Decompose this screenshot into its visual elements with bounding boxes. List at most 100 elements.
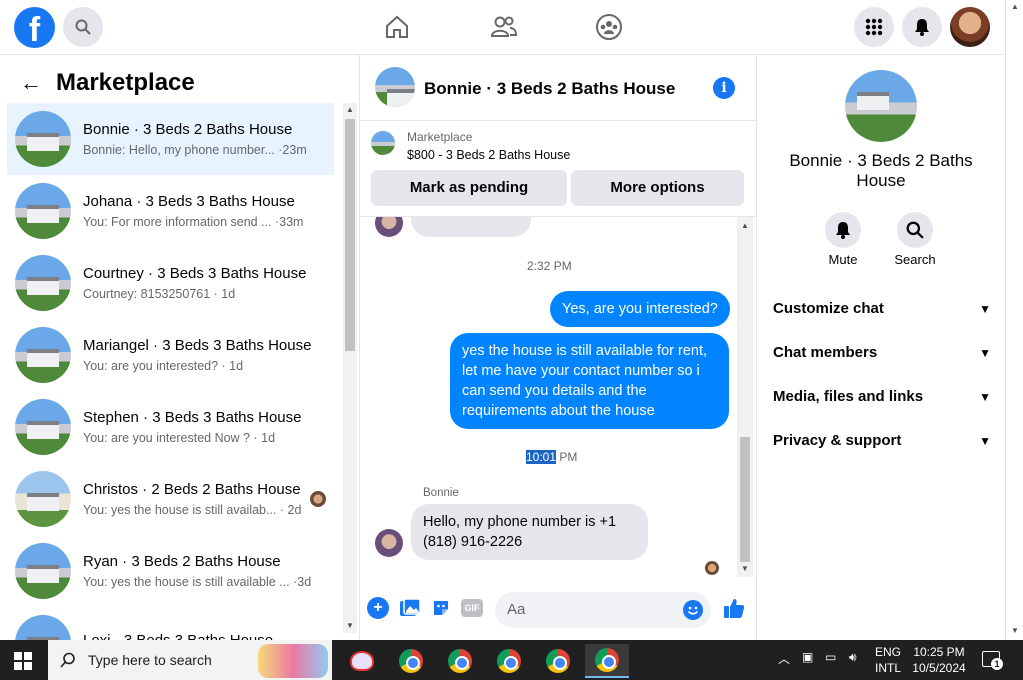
gif-icon[interactable]: GIF [461, 599, 483, 617]
show-hidden-icons-chevron-icon[interactable]: ︿ [778, 650, 790, 667]
chat-title[interactable]: Bonnie · 3 Beds 2 Baths House [424, 79, 675, 99]
language-indicator[interactable]: ENG INTL [868, 644, 908, 676]
conversation-preview: You: yes the house is still availab... ·… [83, 503, 302, 517]
home-icon[interactable] [383, 13, 411, 41]
mute-label: Mute [828, 252, 858, 267]
conversation-name: Bonnie · 3 Beds 2 Baths House [83, 121, 293, 138]
search-icon [906, 221, 924, 239]
conversation-preview: You: For more information send ... ·33m [83, 215, 304, 229]
search-conversation-button[interactable] [897, 212, 933, 248]
thumbs-up-icon[interactable] [723, 597, 745, 619]
scroll-down-arrow-icon[interactable]: ▼ [1008, 624, 1022, 638]
scrollbar-thumb[interactable] [345, 119, 355, 351]
listing-price[interactable]: $800 - 3 Beds 2 Baths House [407, 148, 570, 162]
more-options-button[interactable]: More options [571, 170, 744, 206]
scroll-up-arrow-icon[interactable]: ▲ [738, 219, 752, 233]
conversation-item[interactable]: Johana · 3 Beds 3 Baths House You: For m… [7, 175, 334, 247]
conversation-item[interactable]: Stephen · 3 Beds 3 Baths House You: are … [7, 391, 334, 463]
scroll-up-arrow-icon[interactable]: ▲ [1008, 0, 1022, 14]
search-button[interactable] [63, 7, 103, 47]
partial-message-bubble [411, 217, 531, 237]
paint-icon [350, 651, 374, 671]
volume-icon[interactable]: 🔊︎ [849, 650, 857, 665]
notifications-button[interactable] [902, 7, 942, 47]
conversation-name: Lexi · 3 Beds 3 Baths House [83, 632, 323, 640]
windows-start-icon[interactable] [14, 652, 32, 670]
conversation-item[interactable]: Lexi · 3 Beds 3 Baths House [7, 607, 334, 640]
conversation-item[interactable]: Christos · 2 Beds 2 Baths House You: yes… [7, 463, 334, 535]
keyboard-layout: INTL [874, 661, 901, 675]
menu-grid-button[interactable] [854, 7, 894, 47]
conversation-item[interactable]: Ryan · 3 Beds 2 Baths House You: yes the… [7, 535, 334, 607]
scrollbar-thumb[interactable] [740, 437, 750, 562]
taskbar-app-paint[interactable] [340, 644, 384, 678]
conversation-item[interactable]: Mariangel · 3 Beds 3 Baths House You: ar… [7, 319, 334, 391]
listing-avatar[interactable] [845, 70, 917, 142]
windows-taskbar: Type here to search ︿ ▣ ▭ 🔊︎ ENG INTL 10… [0, 640, 1023, 680]
display-icon[interactable]: ▭ [825, 650, 836, 664]
back-arrow-icon[interactable]: ← [20, 70, 50, 96]
smiley-face-icon [687, 606, 699, 615]
marketplace-conversation-list: ← Marketplace Bonnie · 3 Beds 2 Baths Ho… [0, 55, 360, 640]
taskbar-app-chrome[interactable] [536, 644, 580, 678]
privacy-support-row[interactable]: Privacy & support ▼ [773, 432, 991, 449]
customize-chat-row[interactable]: Customize chat ▼ [773, 300, 991, 317]
search-highlight-balloons-icon [258, 644, 328, 678]
sticker-icon[interactable] [431, 598, 451, 618]
sender-name: Bonnie [423, 487, 459, 499]
notification-center-icon[interactable]: 1 [982, 651, 1003, 670]
message-input[interactable]: Aa [495, 592, 711, 628]
sender-avatar [375, 217, 403, 237]
facebook-logo-icon[interactable]: f [14, 7, 55, 48]
language-code: ENG [874, 645, 901, 659]
photo-icon[interactable] [399, 598, 421, 618]
media-files-links-row[interactable]: Media, files and links ▼ [773, 388, 991, 405]
listing-thumbnail[interactable] [371, 131, 395, 155]
conversation-preview: Bonnie: Hello, my phone number... ·23m [83, 143, 307, 157]
taskbar-app-chrome-active[interactable] [585, 644, 629, 678]
conversation-item[interactable]: Bonnie · 3 Beds 2 Baths House Bonnie: He… [7, 103, 334, 175]
conversation-preview: You: are you interested? · 1d [83, 359, 244, 373]
chat-scrollbar[interactable]: ▲ ▼ [737, 217, 753, 577]
profile-avatar[interactable] [950, 7, 990, 47]
mute-button[interactable] [825, 212, 861, 248]
listing-thumbnail [15, 111, 71, 167]
conversation-item[interactable]: Courtney · 3 Beds 3 Baths House Courtney… [7, 247, 334, 319]
listing-thumbnail [15, 615, 71, 640]
chat-members-row[interactable]: Chat members ▼ [773, 344, 991, 361]
chat-header: Bonnie · 3 Beds 2 Baths House i [360, 55, 756, 121]
info-icon[interactable]: i [713, 77, 735, 99]
taskbar-app-chrome[interactable] [487, 644, 531, 678]
page-scrollbar[interactable]: ▲ ▼ [1005, 0, 1023, 640]
groups-icon[interactable] [595, 13, 623, 41]
conversation-name: Courtney · 3 Beds 3 Baths House [83, 265, 307, 282]
taskbar-app-chrome[interactable] [389, 644, 433, 678]
listing-thumbnail [15, 543, 71, 599]
taskbar-search-box[interactable]: Type here to search [48, 640, 332, 680]
scroll-down-arrow-icon[interactable]: ▼ [343, 619, 357, 633]
message-composer: + GIF Aa [360, 585, 756, 635]
seen-avatar [310, 491, 326, 507]
friends-icon[interactable] [490, 13, 518, 41]
conversation-preview: You: are you interested Now ? · 1d [83, 431, 276, 445]
conversation-name: Stephen · 3 Beds 3 Baths House [83, 409, 302, 426]
message-thread: 2:32 PM Yes, are you interested? yes the… [360, 217, 756, 577]
taskbar-clock[interactable]: 10:25 PM 10/5/2024 [905, 644, 973, 676]
menu-grid-icon [865, 18, 883, 36]
conversation-preview: You: yes the house is still available ..… [83, 575, 312, 589]
conversation-preview: Courtney: 8153250761 · 1d [83, 287, 236, 301]
network-icon[interactable]: ▣ [802, 650, 813, 664]
bell-icon [915, 19, 929, 36]
taskbar-app-chrome[interactable] [438, 644, 482, 678]
emoji-icon[interactable] [683, 600, 703, 620]
read-receipt-avatar [705, 561, 719, 575]
conversation-list-scrollbar[interactable]: ▲ ▼ [343, 103, 357, 633]
row-label: Privacy & support [773, 432, 902, 449]
mark-as-pending-button[interactable]: Mark as pending [371, 170, 567, 206]
add-plus-icon[interactable]: + [367, 597, 389, 619]
conversation-name: Christos · 2 Beds 2 Baths House [83, 481, 301, 498]
search-placeholder: Type here to search [88, 652, 212, 668]
scroll-down-arrow-icon[interactable]: ▼ [738, 562, 752, 576]
scroll-up-arrow-icon[interactable]: ▲ [343, 103, 357, 117]
chat-header-thumbnail[interactable] [375, 67, 415, 107]
